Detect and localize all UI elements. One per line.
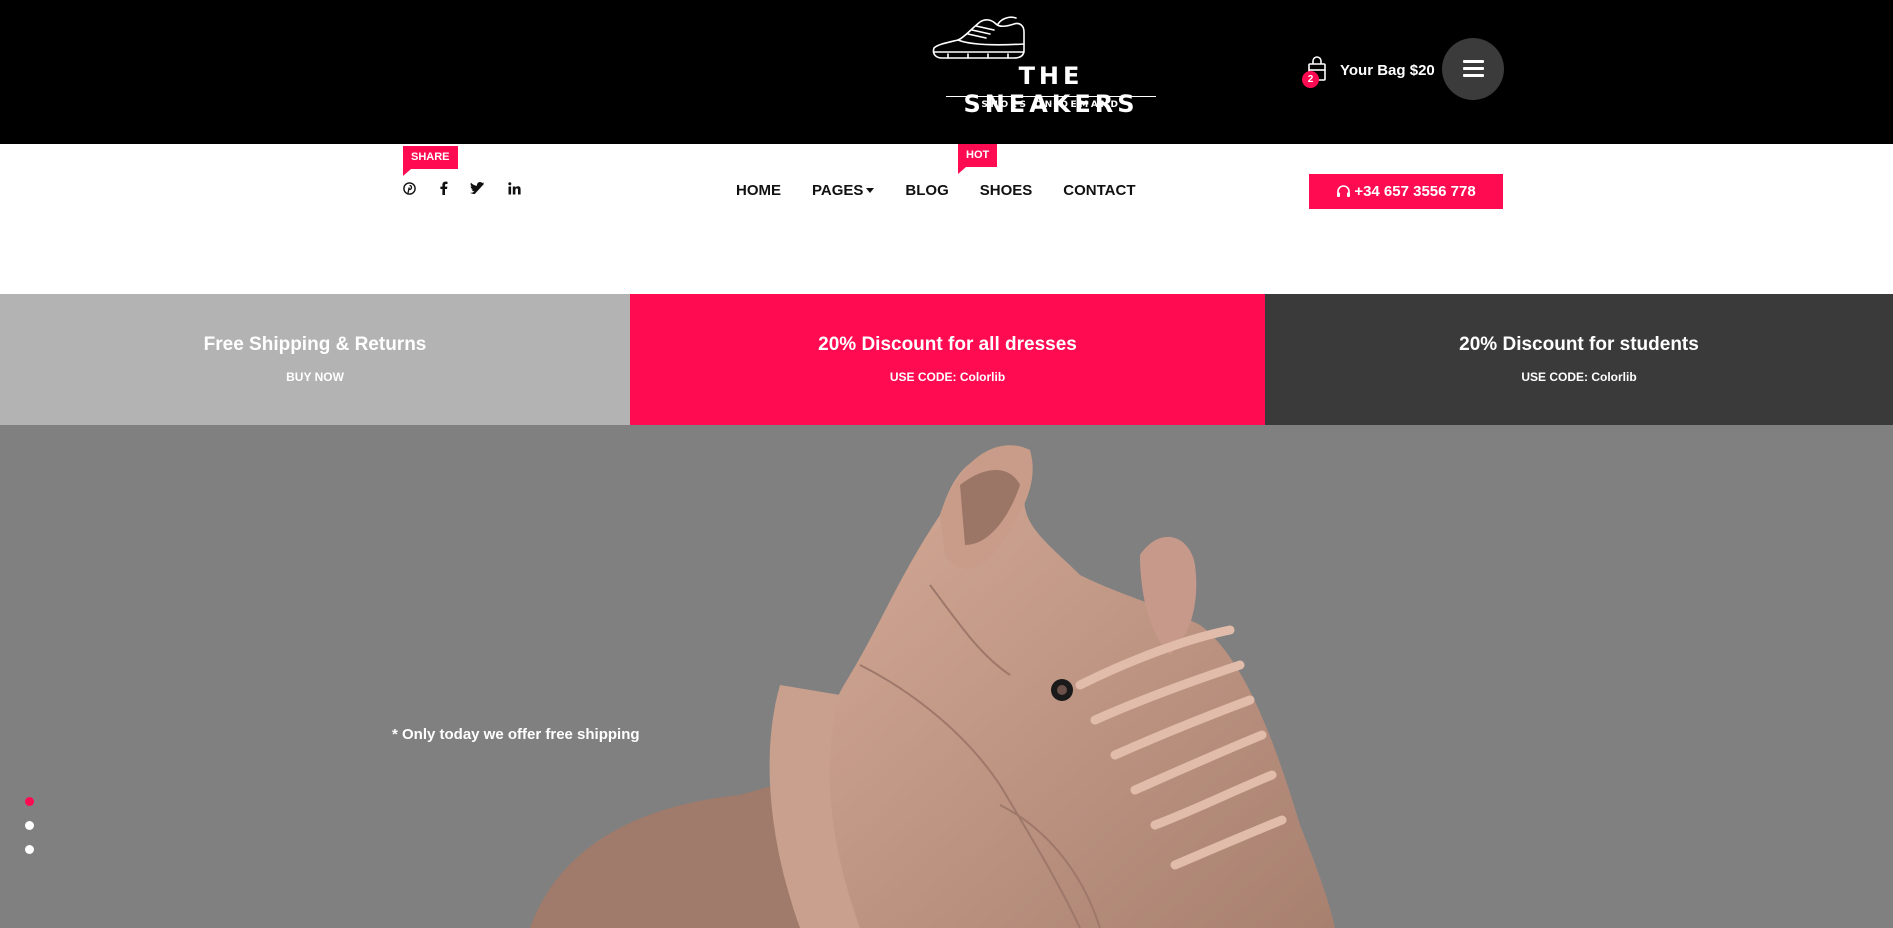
pinterest-icon[interactable] [399,178,419,198]
promo-title: 20% Discount for students [1459,334,1699,355]
promo-title: Free Shipping & Returns [203,334,427,355]
twitter-icon[interactable] [467,178,487,198]
brand-logo[interactable]: THE SNEAKERS SHOES ON DEMAND [926,12,1176,118]
slide-dot-3[interactable] [25,845,34,854]
brand-tagline: SHOES ON DEMAND [981,100,1121,110]
shopping-bag-icon: 2 [1302,56,1328,88]
headset-icon [1337,184,1351,197]
nav-item-pages-label: PAGES [812,182,864,199]
hot-tag: HOT [958,144,998,174]
slide-dot-2[interactable] [25,821,34,830]
nav-item-blog[interactable]: BLOG [905,182,948,199]
promo-code: USE CODE: Colorlib [889,370,1006,384]
brand-divider [946,96,1156,97]
slider-dots [25,797,34,869]
promo-dresses-discount: 20% Discount for all dresses USE CODE: C… [630,294,1265,425]
nav-item-contact[interactable]: CONTACT [1063,182,1135,199]
buy-now-link[interactable]: BUY NOW [0,370,630,384]
cart-button[interactable]: 2 Your Bag $20 [1302,52,1435,88]
sneaker-logo-icon [932,16,1025,59]
nav-item-shoes[interactable]: SHOES [980,182,1033,199]
hero-note: * Only today we offer free shipping [392,726,640,743]
nav-item-pages[interactable]: PAGES [812,182,875,199]
slide-dot-1[interactable] [25,797,34,806]
hamburger-menu-icon [1463,60,1484,63]
share-tag: SHARE [403,146,458,176]
promo-title: 20% Discount for all dresses [818,334,1077,355]
phone-button[interactable]: +34 657 3556 778 [1309,174,1503,209]
cart-count-badge: 2 [1302,71,1319,88]
promo-free-shipping: Free Shipping & Returns BUY NOW [0,294,630,425]
linkedin-icon[interactable] [504,178,524,198]
hamburger-menu-button[interactable] [1442,38,1504,100]
cart-label: Your Bag $20 [1340,61,1435,79]
promo-code: USE CODE: Colorlib [1521,370,1637,384]
hamburger-line [1463,67,1484,70]
top-header: THE SNEAKERS SHOES ON DEMAND 2 Your Bag … [0,0,1893,144]
caret-down-icon [866,188,875,193]
main-nav: HOME PAGES BLOG SHOES CONTACT [736,182,1166,199]
promo-students-discount: 20% Discount for students USE CODE: Colo… [1265,294,1893,425]
phone-number: +34 657 3556 778 [1354,183,1476,200]
sneaker-hero-image [530,445,1335,928]
hamburger-line [1463,74,1484,77]
hero-slider: * Only today we offer free shipping [0,425,1893,928]
nav-item-home[interactable]: HOME [736,182,781,199]
facebook-icon[interactable] [433,178,453,198]
